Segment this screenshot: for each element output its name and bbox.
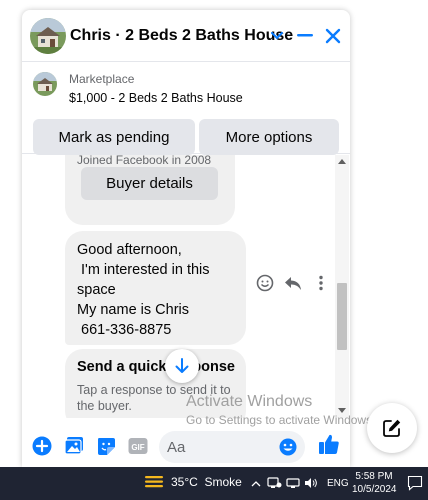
chat-header: Chris · 2 Beds 2 Baths House xyxy=(22,10,350,62)
mark-as-pending-button[interactable]: Mark as pending xyxy=(33,119,195,155)
chat-title[interactable]: Chris · 2 Beds 2 Baths House xyxy=(70,27,293,45)
svg-text:GIF: GIF xyxy=(131,443,144,452)
minimize-icon[interactable] xyxy=(293,24,317,48)
taskbar-clock[interactable]: 5:58 PM 10/5/2024 xyxy=(352,470,397,496)
volume-icon[interactable] xyxy=(303,475,319,491)
chevron-down-icon[interactable] xyxy=(265,24,289,48)
listing-thumbnail[interactable] xyxy=(33,72,57,96)
compose-icon xyxy=(383,419,401,437)
activate-windows-watermark: Activate Windows Go to Settings to activ… xyxy=(186,393,375,427)
react-emoji-icon[interactable] xyxy=(254,272,276,294)
listing-title[interactable]: $1,000 - 2 Beds 2 Baths House xyxy=(69,91,243,105)
show-hidden-icons-chevron-icon[interactable] xyxy=(248,475,264,491)
buyer-details-button[interactable]: Buyer details xyxy=(81,167,218,200)
message-bubble: Good afternoon, I'm interested in this s… xyxy=(65,231,246,345)
network-icon[interactable] xyxy=(285,475,301,491)
photo-icon[interactable] xyxy=(63,435,85,457)
smoke-weather-icon xyxy=(145,476,163,488)
buyer-info-bubble: Joined Facebook in 2008 Buyer details xyxy=(65,155,235,225)
reply-icon[interactable] xyxy=(282,272,304,294)
windows-taskbar: 35°C Smoke ENG 5:58 PM 10/5/2024 xyxy=(0,467,428,500)
onedrive-icon[interactable] xyxy=(266,475,282,491)
taskbar-weather[interactable]: 35°C Smoke xyxy=(144,474,242,490)
message-input[interactable] xyxy=(167,437,267,457)
more-options-button[interactable]: More options xyxy=(199,119,339,155)
listing-source: Marketplace xyxy=(69,72,135,86)
scroll-to-bottom-button[interactable] xyxy=(165,349,199,383)
message-input-wrapper xyxy=(159,431,305,463)
gif-icon[interactable]: GIF xyxy=(127,435,149,457)
marketplace-listing: Marketplace $1,000 - 2 Beds 2 Baths Hous… xyxy=(22,62,350,155)
message-text: Good afternoon, I'm interested in this s… xyxy=(77,242,210,338)
input-language[interactable]: ENG xyxy=(327,478,349,489)
scrollbar-thumb[interactable] xyxy=(337,283,347,350)
joined-text: Joined Facebook in 2008 xyxy=(77,155,212,167)
new-message-button[interactable] xyxy=(367,403,417,453)
like-icon[interactable] xyxy=(318,433,340,455)
plus-icon[interactable] xyxy=(31,435,53,457)
activate-windows-title: Activate Windows xyxy=(186,393,313,410)
close-icon[interactable] xyxy=(321,24,345,48)
emoji-icon[interactable] xyxy=(277,436,299,458)
weather-text: 35°C Smoke xyxy=(171,475,242,489)
scroll-up-arrow-icon[interactable] xyxy=(338,159,346,164)
arrow-down-icon xyxy=(175,358,189,373)
sticker-icon[interactable] xyxy=(95,435,117,457)
more-vertical-icon[interactable] xyxy=(310,272,332,294)
notification-icon[interactable] xyxy=(407,475,423,491)
contact-avatar[interactable] xyxy=(30,18,66,54)
clock-date: 10/5/2024 xyxy=(352,484,397,495)
quick-response-title: Send a quick response xyxy=(77,359,235,375)
activate-windows-subtitle: Go to Settings to activate Windows. xyxy=(186,413,376,427)
message-scrollbar[interactable] xyxy=(335,155,349,418)
clock-time: 5:58 PM xyxy=(355,471,393,482)
